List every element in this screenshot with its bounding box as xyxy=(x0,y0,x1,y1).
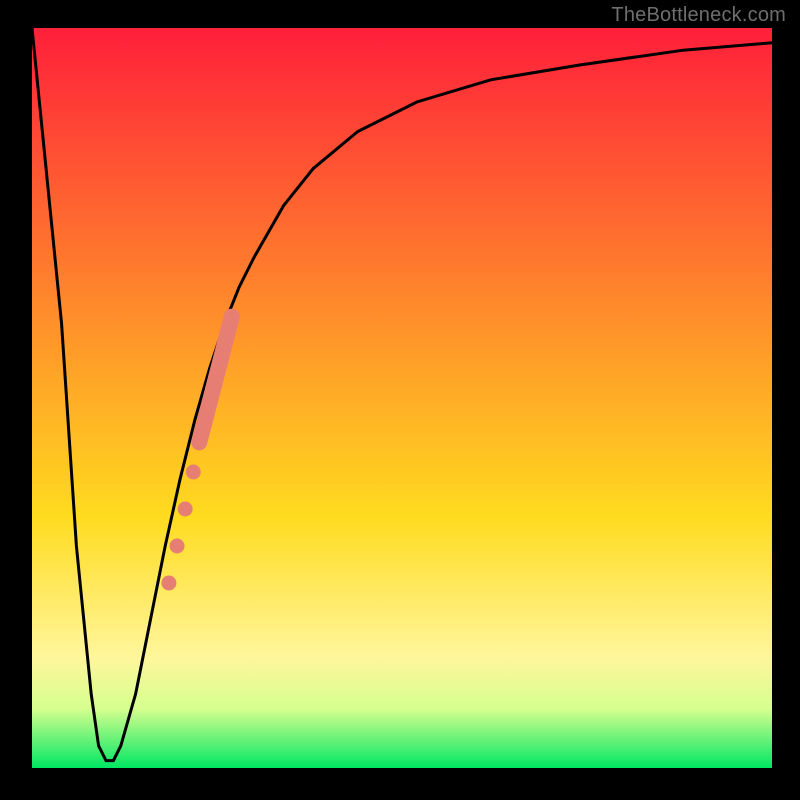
highlight-dot xyxy=(178,502,193,517)
watermark-text: TheBottleneck.com xyxy=(611,4,786,27)
highlight-dot xyxy=(161,576,176,591)
chart-stage: TheBottleneck.com xyxy=(0,0,800,800)
bottleneck-chart xyxy=(0,0,800,800)
highlight-dot xyxy=(170,539,185,554)
highlight-dot xyxy=(186,465,201,480)
